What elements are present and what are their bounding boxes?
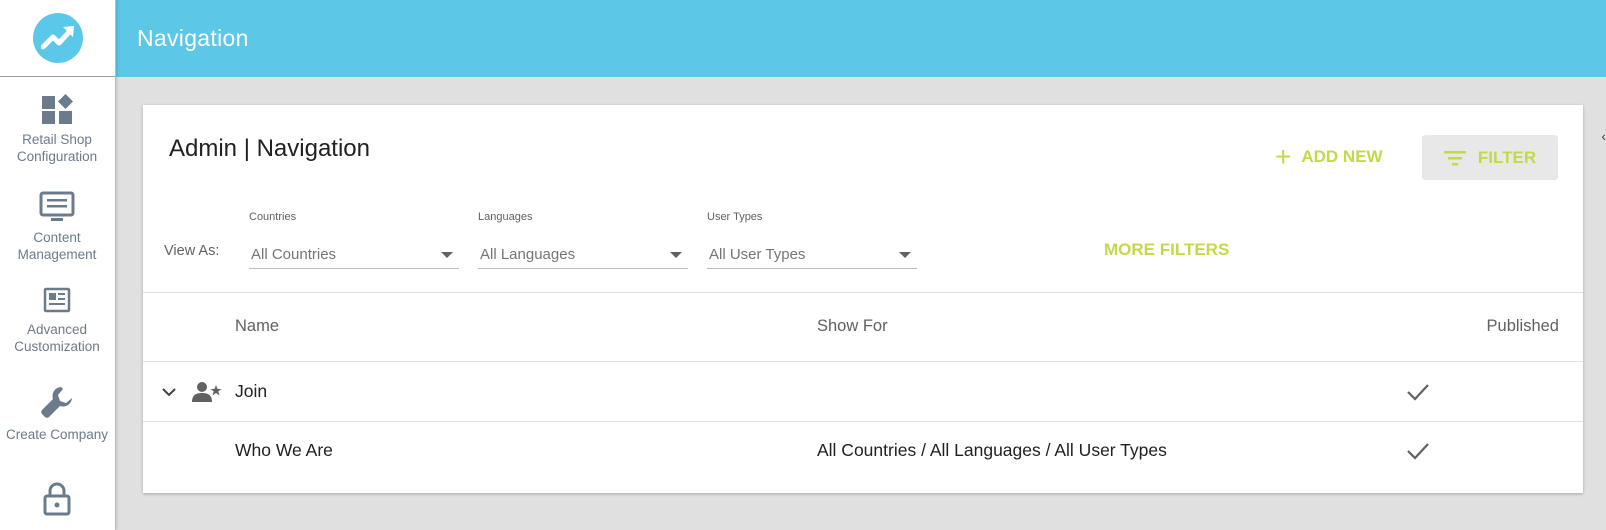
monitor-icon xyxy=(39,191,75,221)
lock-icon xyxy=(43,482,71,516)
sidebar-item-advanced-customization[interactable]: Advanced Customization xyxy=(0,287,114,355)
languages-select[interactable]: All Languages xyxy=(478,241,688,269)
page-title: Navigation xyxy=(137,25,249,51)
row-show-for: All Countries / All Languages / All User… xyxy=(817,440,1167,460)
column-header-show-for[interactable]: Show For xyxy=(817,317,888,336)
user-types-label: User Types xyxy=(707,211,763,223)
chevron-down-icon[interactable] xyxy=(161,386,177,398)
countries-filter: Countries All Countries xyxy=(249,211,459,269)
sidebar-item-label: Retail Shop Configuration xyxy=(16,132,98,164)
countries-value: All Countries xyxy=(251,246,337,263)
dropdown-arrow-icon xyxy=(670,251,682,258)
widgets-icon xyxy=(42,94,73,124)
divider xyxy=(143,421,1583,422)
filter-label: FILTER xyxy=(1477,147,1537,167)
sidebar-item-create-company[interactable]: Create Company xyxy=(0,384,114,443)
languages-label: Languages xyxy=(478,211,533,223)
sidebar-item-retail-shop-configuration[interactable]: Retail Shop Configuration xyxy=(0,93,114,165)
sidebar-item-label: Content Management xyxy=(17,230,97,262)
divider xyxy=(143,292,1583,293)
row-name: Who We Are xyxy=(235,440,333,460)
column-header-name[interactable]: Name xyxy=(235,317,279,336)
check-icon xyxy=(1407,443,1429,460)
newspaper-icon xyxy=(43,287,71,313)
languages-value: All Languages xyxy=(480,246,576,263)
add-new-button[interactable]: + ADD NEW xyxy=(1275,135,1383,179)
sidebar: Retail Shop Configuration Content Manage… xyxy=(0,0,116,530)
user-types-value: All User Types xyxy=(709,246,806,263)
user-types-select[interactable]: All User Types xyxy=(707,241,917,269)
languages-filter: Languages All Languages xyxy=(478,211,688,269)
sidebar-item-lock[interactable] xyxy=(0,482,114,522)
countries-select[interactable]: All Countries xyxy=(249,241,459,269)
card-title: Admin | Navigation xyxy=(169,135,370,162)
user-types-filter: User Types All User Types xyxy=(707,211,917,269)
trending-up-icon xyxy=(32,13,83,63)
sidebar-item-label: Create Company xyxy=(5,427,109,442)
column-header-published[interactable]: Published xyxy=(1487,317,1559,336)
navigation-card: Admin | Navigation + ADD NEW FILTER View… xyxy=(143,105,1583,493)
dropdown-arrow-icon xyxy=(899,251,911,258)
sidebar-item-label: Advanced Customization xyxy=(14,322,100,354)
add-new-label: ADD NEW xyxy=(1301,147,1383,166)
check-icon xyxy=(1407,384,1429,401)
row-name: Join xyxy=(235,381,268,401)
collapse-panel-icon[interactable]: ‹ xyxy=(1601,128,1606,144)
plus-icon: + xyxy=(1275,141,1292,172)
wrench-icon xyxy=(41,387,72,418)
top-bar: Navigation xyxy=(116,0,1606,77)
dropdown-arrow-icon xyxy=(441,251,453,258)
sidebar-item-content-management[interactable]: Content Management xyxy=(0,191,114,263)
divider xyxy=(143,361,1583,362)
countries-label: Countries xyxy=(249,211,297,223)
filter-icon xyxy=(1443,150,1466,165)
more-filters-button[interactable]: MORE FILTERS xyxy=(1104,240,1229,260)
view-as-label: View As: xyxy=(164,243,220,259)
user-star-icon xyxy=(192,382,222,402)
filter-button[interactable]: FILTER xyxy=(1422,135,1558,180)
logo[interactable] xyxy=(0,0,115,77)
